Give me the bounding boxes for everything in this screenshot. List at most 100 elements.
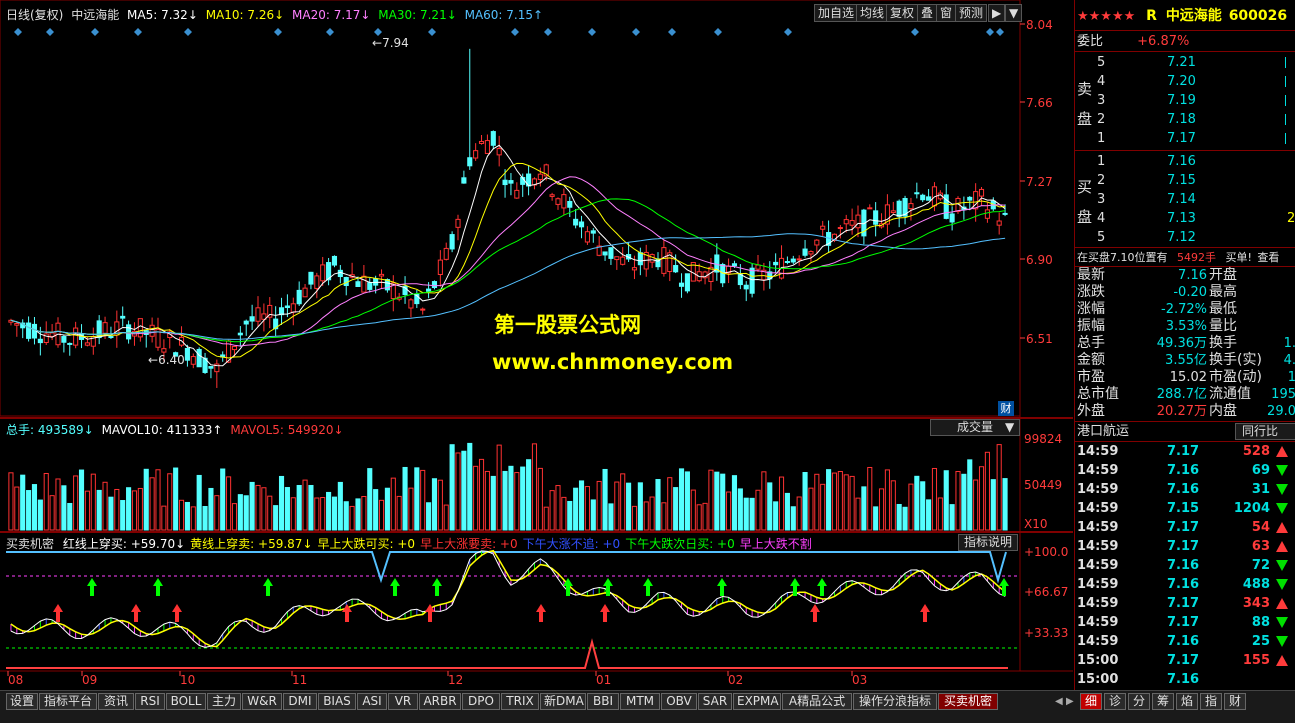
add-watchlist-button[interactable]: 加自选 [814,4,859,22]
indicator-tab[interactable]: 资讯 [98,693,134,710]
volume-bar [596,480,602,531]
indicator-legend-item: 下午大涨不追: +0 [522,537,621,551]
industry-compare-button[interactable]: 同行比 [1235,423,1295,440]
indicator-tab[interactable]: 主力 [207,693,241,710]
chart-area[interactable]: 日线(复权) 中远海能 MA5: 7.32↓ MA10: 7.26↓ MA20:… [0,0,1073,690]
big-order-notice[interactable]: 在买盘7.10位置有 5492手 买单! 查看 [1075,248,1295,267]
indicator-tab[interactable]: ARBR [419,693,461,710]
finance-icon[interactable]: 财 [998,401,1014,416]
notice-view-link[interactable]: 查看 [1257,251,1279,264]
restore-rights-button[interactable]: 复权 [886,4,919,22]
candle-body [284,305,290,309]
candle-body [484,140,490,154]
volume-bar [961,473,967,531]
indicator-tab[interactable]: ASI [357,693,387,710]
volume-bar [926,499,932,531]
candle-body [749,267,755,294]
indicator-tab[interactable]: VR [388,693,418,710]
volume-bar [920,481,926,531]
window-button[interactable]: 窗 [936,4,957,22]
volume-selector[interactable]: 成交量 ▼ [930,419,1020,436]
indicator-tab[interactable]: 操作分浪指标 [853,693,937,710]
volume-bar [637,482,643,531]
indicator-name: 买卖机密 [6,537,55,551]
y-tick: 7.66 [1026,96,1053,110]
quote-value: 4. [1283,353,1295,368]
tick-volume: 72 [1251,558,1270,573]
volume-bar [943,470,949,531]
indicator-tab[interactable]: RSI [135,693,165,710]
buy-level-row[interactable]: 3 7.14 [1075,190,1295,209]
tick-time: 14:59 [1077,501,1119,516]
indicator-tab[interactable]: EXPMA [733,693,781,710]
sell-level-row[interactable]: 2 7.18 [1075,110,1295,129]
candle-body [161,348,167,353]
play-icon[interactable]: ▶ [988,4,1006,22]
indicator-tab[interactable]: W&R [242,693,282,710]
panel-tab[interactable]: 筹 [1152,693,1174,710]
candle-body [149,324,155,337]
buy-level-row[interactable]: 2 7.15 [1075,171,1295,190]
candle-body [84,342,90,346]
panel-tab[interactable]: 财 [1224,693,1246,710]
forecast-button[interactable]: 预测 [955,4,988,22]
indicator-tab[interactable]: DMI [283,693,317,710]
buy-level-row[interactable]: 5 7.12 [1075,228,1295,247]
indicator-tab[interactable]: 新DMA [540,693,586,710]
indicator-tab[interactable]: TRIX [501,693,539,710]
panel-tab[interactable]: 诊 [1104,693,1126,710]
indicator-tab[interactable]: 买卖机密 [938,693,998,710]
signal-diamond-icon [714,28,722,36]
signal-diamond-icon [911,28,919,36]
indicator-tab[interactable]: SAR [698,693,732,710]
buy-level-row[interactable]: 4 7.13 2 [1075,209,1295,228]
sell-level-row[interactable]: 1 7.17 [1075,129,1295,148]
tick-volume: 528 [1242,444,1270,459]
volume-bar [290,497,296,531]
flag-label: R [1146,8,1157,24]
tab-scroll-right-icon[interactable]: ▶ [1066,693,1076,710]
candle-body [678,282,685,287]
sell-level-row[interactable]: 3 7.19 [1075,91,1295,110]
tab-scroll-left-icon[interactable]: ◀ [1055,693,1065,710]
volume-bar [255,484,261,531]
panel-tab[interactable]: 细 [1080,693,1102,710]
volume-bar [355,498,361,531]
overlay-button[interactable]: 叠 [917,4,938,22]
indicator-tab[interactable]: A精品公式 [782,693,852,710]
candle-body [755,264,761,270]
panel-tab[interactable]: 指 [1200,693,1222,710]
indicator-tab[interactable]: BIAS [318,693,356,710]
sector-name[interactable]: 港口航运 [1077,424,1129,439]
indicator-legend-item: 早上大跌不割 [739,537,812,551]
indicator-bottom-line [6,638,1008,669]
ma20-label: MA20: 7.17↓ [292,8,371,22]
indicator-tab[interactable]: 设置 [6,693,38,710]
candle-body [926,196,932,201]
volume-bar [514,472,520,531]
indicator-tab[interactable]: 指标平台 [39,693,97,710]
y-tick: 7.27 [1026,175,1053,189]
indicator-tab[interactable]: BBI [587,693,619,710]
panel-tab[interactable]: 焰 [1176,693,1198,710]
panel-tab[interactable]: 分 [1128,693,1150,710]
tick-price: 7.17 [1167,653,1200,668]
buy-level-row[interactable]: 1 7.16 [1075,152,1295,171]
quote-label: 涨跌 [1077,284,1105,300]
indicator-tab[interactable]: OBV [661,693,697,710]
indicator-tab[interactable]: DPO [462,693,500,710]
tick-time: 14:59 [1077,463,1119,478]
watermark-url: www.chnmoney.com [492,350,734,374]
sell-level-row[interactable]: 4 7.20 [1075,72,1295,91]
sell-level-row[interactable]: 5 7.21 [1075,53,1295,72]
indicator-help-button[interactable]: 指标说明 [958,534,1018,551]
x-axis-label: 12 [448,673,464,687]
ma-button[interactable]: 均线 [856,4,889,22]
volume-bar [502,470,508,531]
chevron-down-icon[interactable]: ▼ [1005,4,1023,22]
indicator-tab[interactable]: MTM [620,693,660,710]
indicator-tab[interactable]: BOLL [166,693,206,710]
kline-chart[interactable] [0,0,1073,690]
quote-label: 内盘 [1209,403,1237,419]
volume-bar [726,491,732,531]
